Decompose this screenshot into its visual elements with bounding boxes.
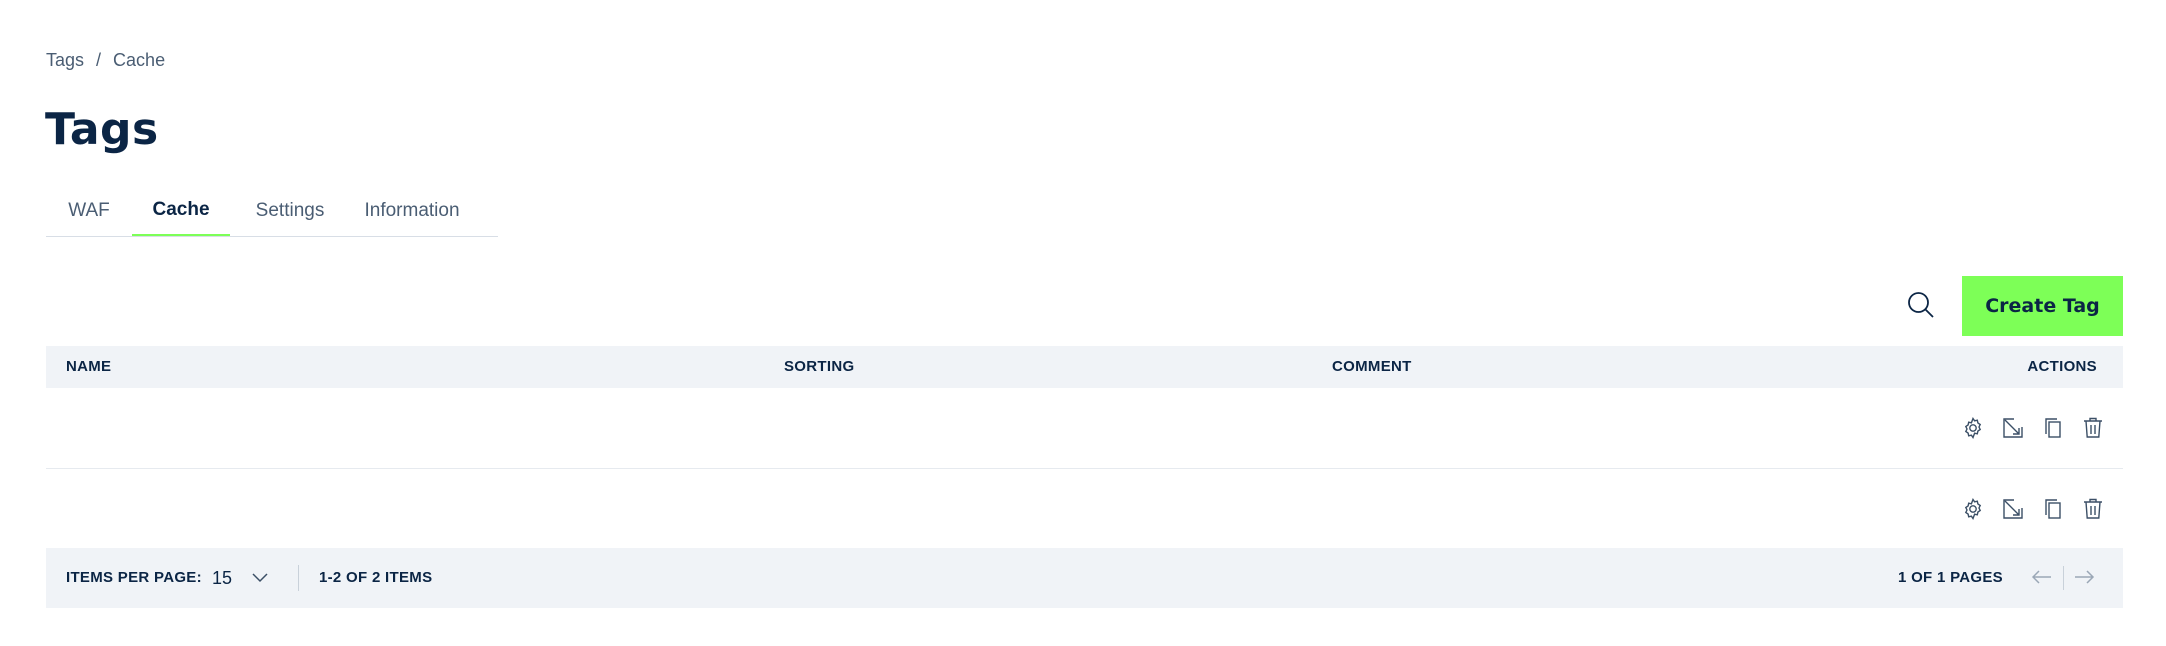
breadcrumb-separator: / <box>96 50 102 70</box>
items-range: 1-2 OF 2 ITEMS <box>319 569 433 586</box>
edit-icon[interactable] <box>2001 416 2025 440</box>
search-button[interactable] <box>1906 290 1936 322</box>
pagination-bar: ITEMS PER PAGE: 15 1-2 OF 2 ITEMS 1 OF 1… <box>46 548 2123 608</box>
items-per-page-select[interactable]: 15 <box>212 564 268 592</box>
copy-icon[interactable] <box>2041 497 2065 521</box>
tab-bar: WAF Cache Settings Information <box>46 186 498 237</box>
page-count: 1 OF 1 PAGES <box>1897 569 2003 586</box>
settings-icon[interactable] <box>1961 416 1985 440</box>
items-per-page-label: ITEMS PER PAGE: <box>66 569 202 586</box>
search-icon <box>1908 292 1934 318</box>
chevron-down-icon <box>252 573 268 583</box>
column-header-sorting[interactable]: SORTING <box>784 358 854 375</box>
row-actions <box>1961 497 2105 521</box>
copy-icon[interactable] <box>2041 416 2065 440</box>
divider <box>298 565 299 591</box>
breadcrumb-item-cache: Cache <box>113 50 166 70</box>
breadcrumb-item-tags[interactable]: Tags <box>46 50 84 71</box>
tags-table: NAME SORTING COMMENT ACTIONS <box>46 346 2123 549</box>
prev-page-button[interactable] <box>2031 564 2053 590</box>
divider <box>2063 566 2064 590</box>
create-tag-button[interactable]: Create Tag <box>1962 276 2123 336</box>
table-row[interactable] <box>46 388 2123 469</box>
next-page-button[interactable] <box>2073 564 2095 590</box>
column-header-name[interactable]: NAME <box>66 358 111 375</box>
edit-icon[interactable] <box>2001 497 2025 521</box>
table-header: NAME SORTING COMMENT ACTIONS <box>46 346 2123 388</box>
tab-settings[interactable]: Settings <box>230 186 350 236</box>
tab-cache[interactable]: Cache <box>132 186 230 236</box>
table-row[interactable] <box>46 469 2123 549</box>
row-actions <box>1961 416 2105 440</box>
tab-waf[interactable]: WAF <box>46 186 132 236</box>
arrow-left-icon <box>2031 570 2051 584</box>
items-per-page-value: 15 <box>212 567 233 588</box>
delete-icon[interactable] <box>2081 416 2105 440</box>
settings-icon[interactable] <box>1961 497 1985 521</box>
breadcrumb: Tags / Cache <box>46 50 165 71</box>
column-header-comment[interactable]: COMMENT <box>1332 358 1412 375</box>
arrow-right-icon <box>2075 570 2095 584</box>
column-header-actions: ACTIONS <box>2027 358 2097 375</box>
tab-information[interactable]: Information <box>352 186 472 236</box>
delete-icon[interactable] <box>2081 497 2105 521</box>
page-title: Tags <box>45 104 159 155</box>
